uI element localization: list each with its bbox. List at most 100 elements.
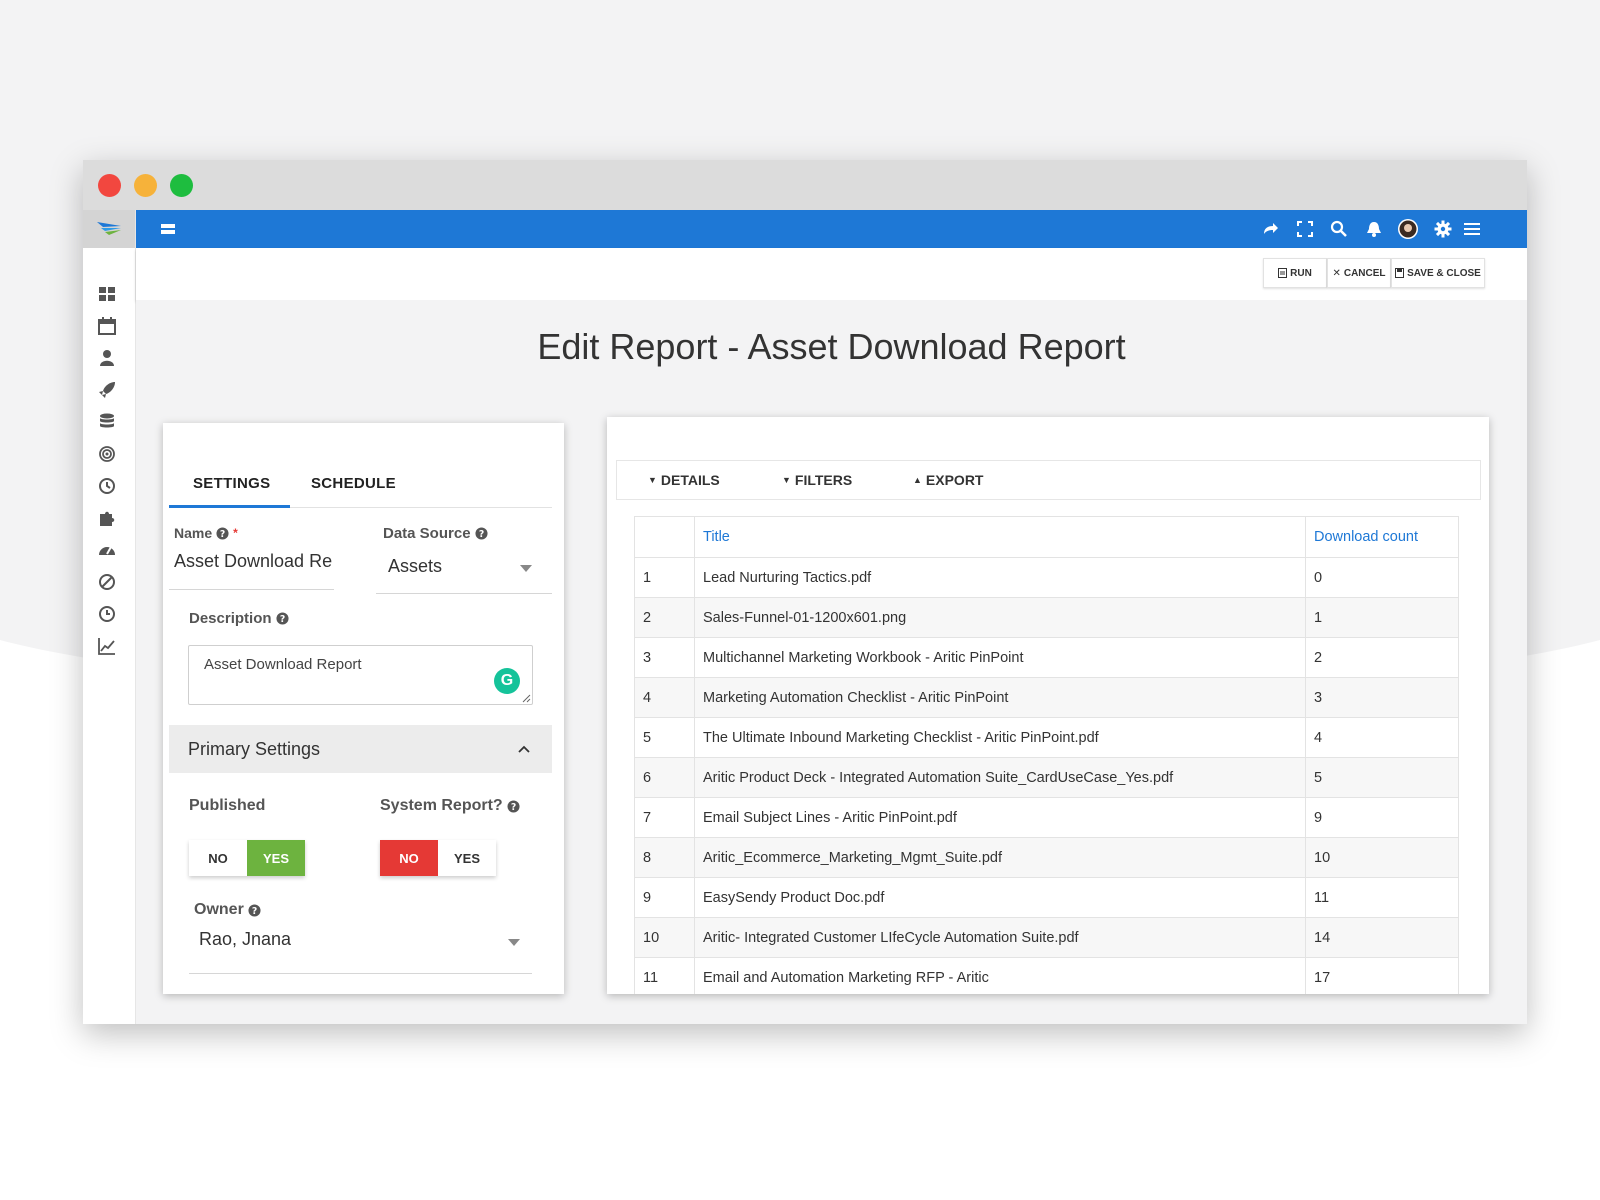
row-index: 6 — [634, 757, 695, 798]
table-row[interactable]: 6 Aritic Product Deck - Integrated Automa… — [634, 757, 1459, 798]
name-input[interactable]: Asset Download Rep — [174, 551, 332, 572]
row-index: 1 — [634, 557, 695, 598]
chevron-down-icon[interactable] — [508, 939, 520, 946]
help-icon[interactable]: ? — [475, 527, 488, 540]
table-row[interactable]: 8 Aritic_Ecommerce_Marketing_Mgmt_Suite.p… — [634, 837, 1459, 878]
svg-text:?: ? — [511, 801, 516, 812]
window-close-button[interactable] — [98, 174, 121, 197]
tab-details[interactable]: ▼ DETAILS — [648, 472, 720, 488]
owner-select[interactable]: Rao, Jnana — [199, 929, 291, 950]
row-download-count: 2 — [1305, 637, 1459, 678]
data-source-select[interactable]: Assets — [388, 556, 442, 577]
report-card: ▼ DETAILS ▼ FILTERS ▲ EXPORT Title Downl… — [607, 417, 1489, 994]
tab-settings[interactable]: SETTINGS — [193, 475, 270, 492]
save-close-button[interactable]: SAVE & CLOSE — [1391, 258, 1485, 288]
primary-settings-title: Primary Settings — [188, 739, 321, 759]
grammarly-icon[interactable]: G — [494, 668, 520, 694]
help-icon[interactable]: ? — [507, 799, 520, 813]
row-title: Aritic_Ecommerce_Marketing_Mgmt_Suite.pd… — [694, 837, 1306, 878]
owner-label-text: Owner — [194, 901, 244, 918]
description-text: Asset Download Report — [204, 656, 362, 673]
svg-text:?: ? — [220, 528, 225, 539]
tab-filters[interactable]: ▼ FILTERS — [782, 472, 852, 488]
system-report-label: System Report? ? — [380, 797, 520, 815]
chevron-up-icon[interactable] — [518, 745, 530, 753]
help-icon[interactable]: ? — [216, 526, 229, 540]
name-underline — [169, 589, 334, 590]
published-no-button[interactable]: NO — [189, 840, 247, 876]
svg-text:?: ? — [279, 614, 284, 625]
ban-icon[interactable] — [97, 572, 117, 592]
run-button[interactable]: RUN — [1263, 258, 1327, 288]
row-title: EasySendy Product Doc.pdf — [694, 877, 1306, 918]
puzzle-icon[interactable] — [97, 508, 117, 528]
tab-export-label: EXPORT — [925, 472, 984, 488]
tab-details-label: DETAILS — [660, 472, 720, 488]
table-row[interactable]: 9 EasySendy Product Doc.pdf 11 — [634, 877, 1459, 918]
gear-icon[interactable] — [1434, 220, 1452, 238]
report-tabs: ▼ DETAILS ▼ FILTERS ▲ EXPORT — [616, 460, 1481, 500]
tab-export[interactable]: ▲ EXPORT — [913, 472, 984, 488]
resize-handle-icon[interactable] — [522, 694, 531, 703]
dashboard-icon[interactable] — [97, 284, 117, 304]
window-titlebar — [83, 160, 1527, 210]
row-download-count: 3 — [1305, 677, 1459, 718]
gauge-icon[interactable] — [97, 540, 117, 560]
cancel-button[interactable]: ✕ CANCEL — [1327, 258, 1391, 288]
help-icon[interactable]: ? — [248, 903, 261, 917]
clock-icon[interactable] — [97, 476, 117, 496]
tab-schedule[interactable]: SCHEDULE — [311, 475, 396, 492]
history-icon[interactable] — [97, 604, 117, 624]
table-row[interactable]: 7 Email Subject Lines - Aritic PinPoint.p… — [634, 797, 1459, 838]
calendar-icon[interactable] — [97, 316, 117, 336]
window-minimize-button[interactable] — [134, 174, 157, 197]
description-textarea[interactable]: Asset Download Report G — [188, 645, 533, 705]
help-icon[interactable]: ? — [275, 612, 289, 625]
menu-icon[interactable] — [159, 220, 177, 238]
published-yes-button[interactable]: YES — [247, 840, 305, 876]
row-title: Aritic- Integrated Customer LIfeCycle Au… — [694, 917, 1306, 958]
target-icon[interactable] — [97, 444, 117, 464]
row-title: Lead Nurturing Tactics.pdf — [694, 557, 1306, 598]
window-maximize-button[interactable] — [170, 174, 193, 197]
table-row[interactable]: 4 Marketing Automation Checklist - Aritic… — [634, 677, 1459, 718]
chevron-down-icon[interactable] — [520, 565, 532, 572]
logo-icon — [97, 222, 121, 235]
report-table: Title Download count 1 Lead Nurturing Tac… — [634, 516, 1459, 994]
avatar[interactable] — [1398, 219, 1418, 239]
column-header-index — [634, 516, 695, 558]
fullscreen-icon[interactable] — [1296, 220, 1314, 238]
table-row[interactable]: 11 Email and Automation Marketing RFP - A… — [634, 957, 1459, 994]
system-report-label-text: System Report? — [380, 797, 503, 814]
table-row[interactable]: 10 Aritic- Integrated Customer LIfeCycle … — [634, 917, 1459, 958]
system-no-button[interactable]: NO — [380, 840, 438, 876]
database-icon[interactable] — [97, 412, 117, 432]
table-row[interactable]: 3 Multichannel Marketing Workbook - Ariti… — [634, 637, 1459, 678]
required-marker: * — [233, 526, 238, 540]
primary-settings-header[interactable]: Primary Settings — [169, 725, 552, 773]
chart-line-icon[interactable] — [97, 636, 117, 656]
app-logo[interactable] — [83, 210, 135, 248]
table-row[interactable]: 5 The Ultimate Inbound Marketing Checklis… — [634, 717, 1459, 758]
search-icon[interactable] — [1330, 220, 1348, 238]
table-row[interactable]: 2 Sales-Funnel-01-1200x601.png 1 — [634, 597, 1459, 638]
user-icon[interactable] — [97, 348, 117, 368]
column-header-title[interactable]: Title — [694, 516, 1306, 558]
hamburger-icon[interactable] — [1463, 220, 1481, 238]
row-title: Multichannel Marketing Workbook - Aritic… — [694, 637, 1306, 678]
table-row[interactable]: 1 Lead Nurturing Tactics.pdf 0 — [634, 557, 1459, 598]
system-yes-button[interactable]: YES — [438, 840, 496, 876]
share-icon[interactable] — [1261, 220, 1279, 238]
column-header-download-count[interactable]: Download count — [1305, 516, 1459, 558]
row-download-count: 17 — [1305, 957, 1459, 994]
tab-filters-label: FILTERS — [794, 472, 853, 488]
owner-underline — [189, 973, 532, 974]
rocket-icon[interactable] — [97, 380, 117, 400]
caret-up-icon: ▲ — [913, 475, 922, 485]
description-label: Description ? — [189, 610, 289, 627]
caret-down-icon: ▼ — [648, 475, 657, 485]
row-index: 11 — [634, 957, 695, 994]
row-index: 3 — [634, 637, 695, 678]
row-title: Sales-Funnel-01-1200x601.png — [694, 597, 1306, 638]
bell-icon[interactable] — [1365, 220, 1383, 238]
